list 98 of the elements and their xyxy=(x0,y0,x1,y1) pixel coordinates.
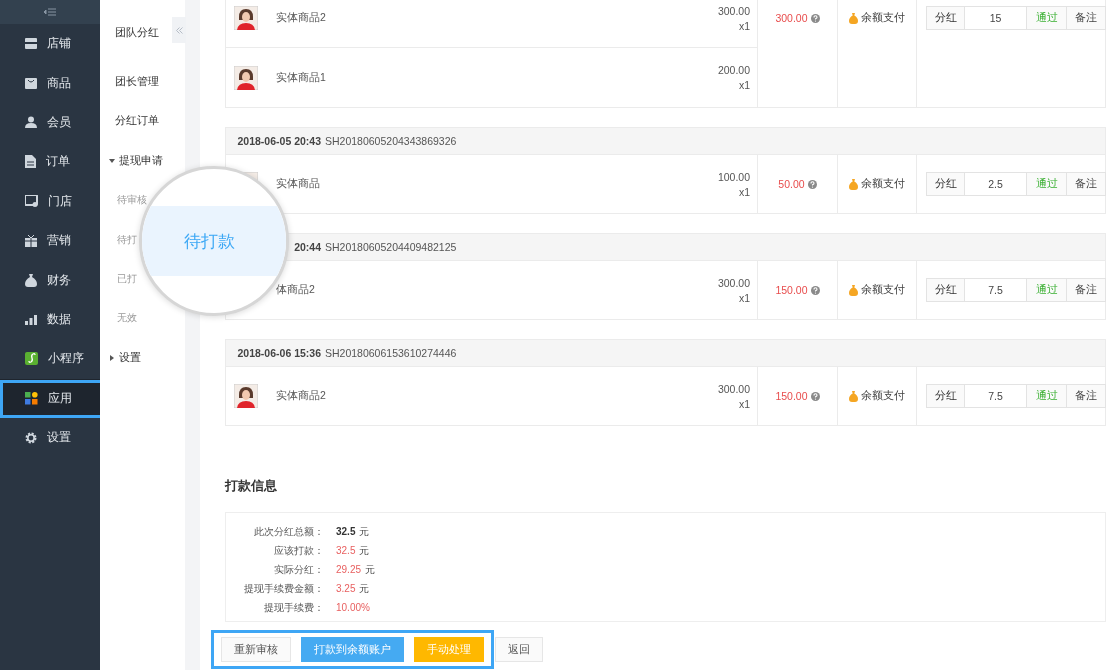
back-button[interactable]: 返回 xyxy=(495,637,543,662)
nav-item[interactable]: 分红订单 xyxy=(100,114,159,128)
help-icon[interactable] xyxy=(810,285,820,295)
product-quantity: x1 xyxy=(738,79,750,91)
money-bag-icon xyxy=(849,390,858,402)
nav-item[interactable]: 提现申请 xyxy=(100,154,163,168)
info-label: 提现手续费： xyxy=(263,600,324,615)
product-price: 200.00 xyxy=(717,64,750,76)
product-name: 实体商品 xyxy=(276,177,321,191)
field-label: 分红 xyxy=(926,172,965,196)
remark-button[interactable]: 备注 xyxy=(1066,6,1106,30)
product-quantity: x1 xyxy=(738,185,750,198)
info-value: 32.5 xyxy=(336,545,356,556)
unit-label: 元 xyxy=(365,562,376,577)
payment-method: 余额支付 xyxy=(861,389,905,403)
info-value: 10.00% xyxy=(336,602,370,613)
remark-button[interactable]: 备注 xyxy=(1066,172,1106,196)
nav-item[interactable]: 会员 xyxy=(0,102,100,143)
product-price: 100.00 xyxy=(717,170,750,183)
section-title: 打款信息 xyxy=(225,477,278,495)
product-price: 300.00 xyxy=(717,276,750,289)
nav-item[interactable]: 财务 xyxy=(0,260,100,300)
magnified-label: 待打款 xyxy=(183,230,235,253)
product-name: 实体商品2 xyxy=(276,11,327,25)
unit-label: 元 xyxy=(359,581,370,596)
nav-item[interactable]: 店铺 xyxy=(0,24,100,64)
field-label: 分红 xyxy=(926,384,965,408)
document-icon xyxy=(25,155,36,169)
payment-method: 余额支付 xyxy=(861,283,905,297)
product-quantity: x1 xyxy=(738,19,750,32)
info-label: 提现手续费金额： xyxy=(243,581,324,596)
nav-item[interactable]: 应用 xyxy=(0,378,100,418)
product-price: 300.00 xyxy=(717,382,750,395)
info-value: 29.25 xyxy=(336,564,362,575)
info-label: 实际分红： xyxy=(273,562,324,577)
order-time: 2018-06-05 20:43 xyxy=(237,135,321,147)
order-time: 20:44 xyxy=(294,241,321,253)
nav-item[interactable]: 订单 xyxy=(0,142,100,182)
bag-icon xyxy=(25,77,37,89)
dividend-input[interactable]: 7.5 xyxy=(964,278,1027,302)
dividend-amount: 300.00 xyxy=(775,12,808,24)
nav-item[interactable]: 团长管理 xyxy=(100,75,159,89)
nav-item[interactable]: 小程序 xyxy=(0,339,100,379)
nav-item[interactable]: 团队分红 xyxy=(100,26,159,40)
apps-icon xyxy=(25,391,38,405)
nav-item[interactable]: 数据 xyxy=(0,299,100,340)
money-bag-icon xyxy=(849,284,858,296)
dividend-input[interactable]: 7.5 xyxy=(964,384,1027,408)
nav-item[interactable]: 设置 xyxy=(100,351,141,365)
money-bag-icon xyxy=(849,178,858,190)
product-name: 体商品2 xyxy=(276,283,316,297)
product-name: 实体商品1 xyxy=(276,70,327,85)
payment-method: 余额支付 xyxy=(861,11,905,25)
money-bag-icon xyxy=(25,273,37,287)
user-icon xyxy=(25,116,37,129)
dividend-input[interactable]: 15 xyxy=(964,6,1027,30)
info-value: 32.5 xyxy=(336,526,356,537)
action-button[interactable]: 重新审核 xyxy=(221,637,291,662)
dividend-amount: 150.00 xyxy=(775,284,808,296)
order-time: 2018-06-06 15:36 xyxy=(237,347,321,359)
remark-button[interactable]: 备注 xyxy=(1066,278,1106,302)
product-name: 实体商品2 xyxy=(276,389,327,403)
nav-item[interactable]: 商品 xyxy=(0,63,100,103)
help-icon[interactable] xyxy=(810,13,820,23)
store-icon xyxy=(25,38,37,50)
help-icon[interactable] xyxy=(810,391,820,401)
double-chevron-left-icon xyxy=(175,26,183,34)
field-label: 分红 xyxy=(926,6,965,30)
help-icon[interactable] xyxy=(807,179,817,189)
dividend-amount: 50.00 xyxy=(778,178,805,190)
caret-down-icon xyxy=(109,157,115,164)
nav-item[interactable]: 设置 xyxy=(0,417,100,458)
info-label: 应该打款： xyxy=(273,543,324,558)
payment-method: 余额支付 xyxy=(861,177,905,191)
field-label: 分红 xyxy=(926,278,965,302)
unit-label: 元 xyxy=(359,543,370,558)
product-price: 300.00 xyxy=(717,4,750,17)
money-bag-icon xyxy=(849,12,858,24)
mini-program-icon xyxy=(25,352,38,366)
gift-icon xyxy=(25,234,37,247)
info-value: 3.25 xyxy=(336,583,356,594)
dividend-input[interactable]: 2.5 xyxy=(964,172,1027,196)
nav-item[interactable]: 门店 xyxy=(0,181,100,221)
product-quantity: x1 xyxy=(738,291,750,304)
nav-item[interactable]: 营销 xyxy=(0,220,100,261)
dividend-amount: 150.00 xyxy=(775,390,808,402)
bar-chart-icon xyxy=(25,313,37,325)
settings-icon xyxy=(25,431,37,444)
remark-button[interactable]: 备注 xyxy=(1066,384,1106,408)
order-number: SH20180606153610274446 xyxy=(325,347,457,359)
product-quantity: x1 xyxy=(738,397,750,410)
info-label: 此次分红总额： xyxy=(253,524,324,539)
menu-icon[interactable] xyxy=(44,8,56,16)
order-number: SH20180605204343869326 xyxy=(325,135,457,147)
order-number: SH20180605204409482125 xyxy=(325,241,457,253)
unit-label: 元 xyxy=(359,524,370,539)
caret-right-icon xyxy=(109,354,115,361)
shop-icon xyxy=(25,195,38,208)
